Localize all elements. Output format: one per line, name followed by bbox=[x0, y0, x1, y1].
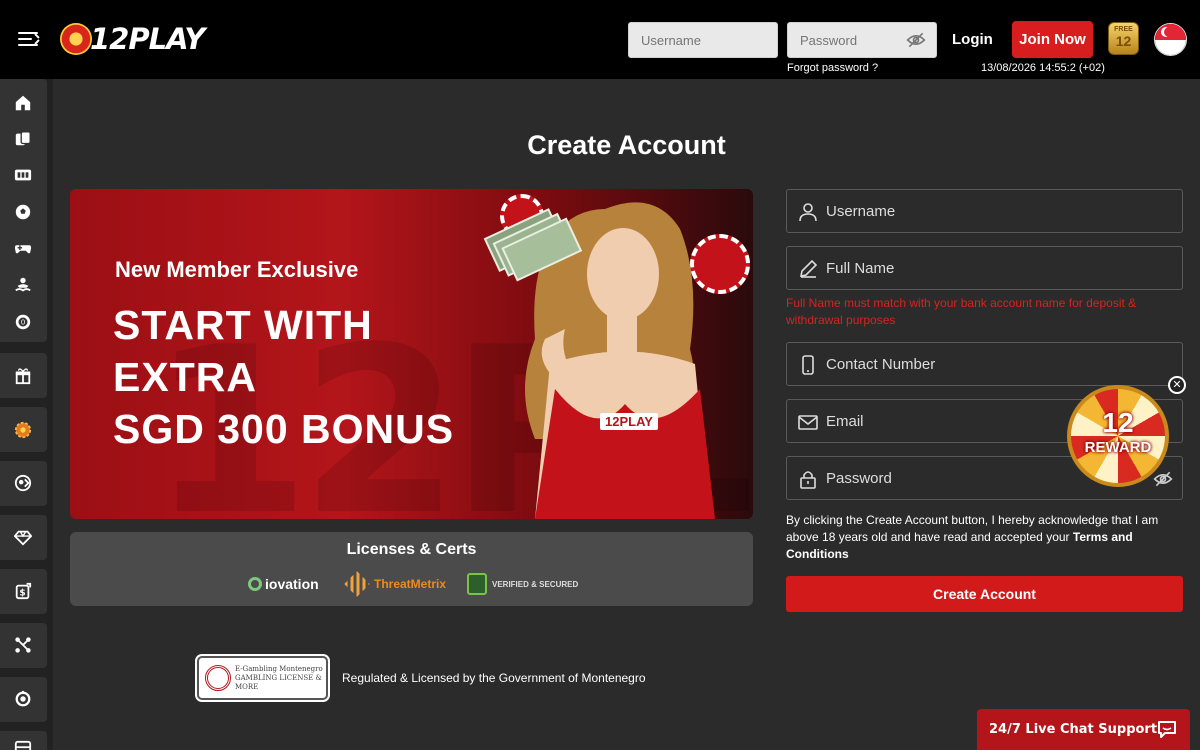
pencil-icon bbox=[799, 259, 818, 278]
threatmetrix-text: ThreatMetrix bbox=[374, 577, 447, 591]
threatmetrix-logo: ThreatMetrix bbox=[344, 571, 447, 597]
svg-text:$: $ bbox=[19, 589, 25, 599]
username-field[interactable]: Username bbox=[786, 189, 1183, 233]
wheel-icon[interactable] bbox=[14, 421, 32, 439]
free12-badge[interactable]: FREE 12 bbox=[1108, 22, 1139, 55]
fullname-warning: Full Name must match with your bank acco… bbox=[786, 296, 1137, 327]
toggle-password-visibility-icon[interactable] bbox=[1153, 470, 1173, 488]
live-chat-label: 24/7 Live Chat Support bbox=[989, 722, 1158, 737]
cards-icon[interactable] bbox=[14, 130, 32, 148]
coin-icon[interactable] bbox=[14, 690, 32, 708]
menu-toggle-icon[interactable] bbox=[18, 28, 42, 50]
license-badge-line: E-Gambling Montenegro bbox=[235, 664, 323, 673]
free12-top: FREE bbox=[1114, 26, 1133, 33]
site-logo[interactable]: 12PLAY bbox=[60, 16, 205, 62]
licenses-title: Licenses & Certs bbox=[346, 541, 477, 558]
licenses-panel: Licenses & Certs iovation ThreatMetrix V… bbox=[70, 532, 753, 606]
rebate-icon[interactable]: $ bbox=[14, 582, 32, 600]
banner-headline: START WITH EXTRA SGD 300 BONUS bbox=[113, 299, 454, 455]
banner-brand-tag: 12PLAY bbox=[600, 413, 658, 430]
free12-num: 12 bbox=[1115, 33, 1132, 49]
username-placeholder: Username bbox=[826, 203, 896, 220]
montenegro-license-badge[interactable]: E-Gambling Montenegro GAMBLING LICENSE &… bbox=[197, 656, 328, 700]
regulated-text: Regulated & Licensed by the Government o… bbox=[342, 671, 646, 685]
chat-bubble-icon bbox=[1158, 721, 1176, 738]
vip-diamond-icon[interactable] bbox=[14, 528, 32, 546]
mail-icon bbox=[798, 415, 818, 430]
logo-wheel-icon bbox=[60, 23, 92, 55]
gift-icon[interactable] bbox=[14, 367, 32, 385]
join-now-button[interactable]: Join Now bbox=[1012, 21, 1093, 58]
phone-icon bbox=[802, 355, 814, 375]
forgot-password-link[interactable]: Forgot password ? bbox=[787, 62, 878, 74]
live-chat-button[interactable]: 24/7 Live Chat Support bbox=[977, 709, 1190, 750]
gamepad-icon[interactable] bbox=[14, 239, 32, 257]
header-username-input[interactable] bbox=[628, 22, 778, 58]
promo-banner[interactable]: 12PL 12PLAY New Member Exclusive START W… bbox=[70, 189, 753, 519]
reward-wheel-widget[interactable]: 12 REWARD bbox=[1067, 385, 1169, 487]
iovation-text: iovation bbox=[265, 576, 319, 592]
reward-number: 12 bbox=[1102, 407, 1134, 438]
email-placeholder: Email bbox=[826, 413, 864, 430]
hide-password-icon[interactable] bbox=[906, 31, 926, 49]
svg-text:0: 0 bbox=[21, 318, 26, 327]
fishing-icon[interactable] bbox=[14, 276, 32, 294]
user-icon bbox=[799, 203, 817, 222]
fullname-field[interactable]: Full Name bbox=[786, 246, 1183, 290]
banner-headline-line: SGD 300 BONUS bbox=[113, 406, 455, 452]
banner-headline-line: EXTRA bbox=[113, 354, 257, 400]
verified-secured-text: VERIFIED & SECURED bbox=[492, 579, 579, 589]
soccer-icon[interactable] bbox=[14, 203, 32, 221]
verified-secured-logo: VERIFIED & SECURED bbox=[467, 573, 578, 595]
logo-text: 12PLAY bbox=[90, 22, 205, 56]
reward-label: REWARD bbox=[1084, 439, 1152, 456]
sidebar: 0 $ bbox=[0, 79, 53, 750]
singapore-flag-icon[interactable] bbox=[1154, 23, 1187, 56]
license-seal-icon bbox=[205, 665, 231, 691]
server-datetime: 13/08/2026 14:55:2 (+02) bbox=[981, 62, 1105, 74]
lottery-icon[interactable]: 0 bbox=[14, 313, 32, 331]
top-header: 12PLAY Forgot password ? Login Join Now … bbox=[0, 0, 1200, 79]
banner-model-image bbox=[483, 202, 715, 519]
terms-agreement: By clicking the Create Account button, I… bbox=[786, 512, 1186, 563]
lock-icon bbox=[800, 471, 816, 489]
license-badge-line: GAMBLING LICENSE & MORE bbox=[235, 673, 322, 691]
contact-placeholder: Contact Number bbox=[826, 356, 936, 373]
close-icon[interactable]: ✕ bbox=[1168, 376, 1186, 394]
iovation-logo: iovation bbox=[248, 573, 319, 595]
login-button[interactable]: Login bbox=[952, 31, 993, 48]
more-icon[interactable] bbox=[14, 740, 32, 750]
home-icon[interactable] bbox=[14, 94, 32, 112]
referral-icon[interactable] bbox=[14, 474, 32, 492]
banner-headline-line: START WITH bbox=[113, 302, 373, 348]
create-account-button[interactable]: Create Account bbox=[786, 576, 1183, 612]
affiliate-icon[interactable] bbox=[14, 636, 32, 654]
password-placeholder: Password bbox=[826, 470, 892, 487]
page-title: Create Account bbox=[527, 130, 726, 160]
contact-number-field[interactable]: Contact Number bbox=[786, 342, 1183, 386]
fullname-placeholder: Full Name bbox=[826, 260, 895, 277]
slots-icon[interactable] bbox=[14, 166, 32, 184]
banner-subtitle: New Member Exclusive bbox=[115, 257, 359, 282]
